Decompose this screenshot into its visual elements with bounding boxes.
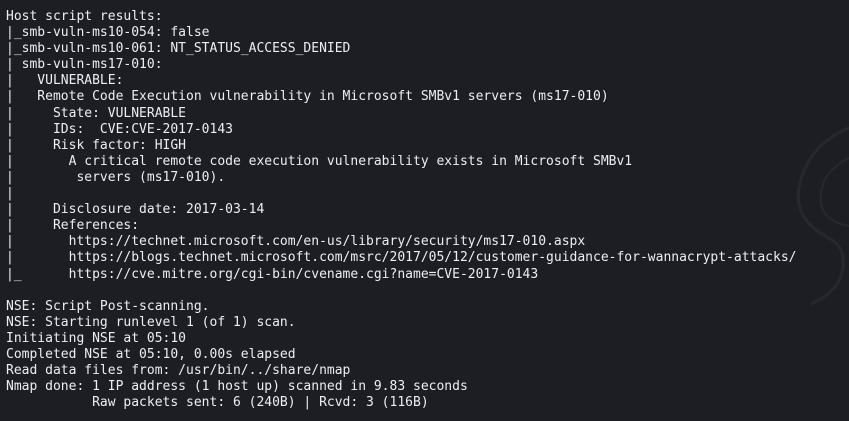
output-line: | servers (ms17-010). — [6, 169, 226, 185]
output-line: |_smb-vuln-ms10-054: false — [6, 25, 210, 41]
output-line: | IDs: CVE:CVE-2017-0143 — [6, 121, 233, 137]
output-line: | Remote Code Execution vulnerability in… — [6, 89, 609, 105]
output-line: | Disclosure date: 2017-03-14 — [6, 202, 265, 218]
output-line: | Risk factor: HIGH — [6, 137, 187, 153]
output-line: | VULNERABLE: — [6, 73, 124, 89]
output-line: | smb-vuln-ms17-010: — [6, 57, 163, 73]
terminal-output: Host script results: |_smb-vuln-ms10-054:… — [6, 9, 797, 411]
output-line: Initiating NSE at 05:10 — [6, 330, 187, 346]
output-line: Read data files from: /usr/bin/../share/… — [6, 363, 351, 379]
output-line: | References: — [6, 218, 140, 234]
output-line: NSE: Starting runlevel 1 (of 1) scan. — [6, 314, 296, 330]
output-line[interactable]: | https://blogs.technet.microsoft.com/ms… — [6, 250, 797, 266]
output-line: | — [6, 186, 14, 202]
output-line: | A critical remote code execution vulne… — [6, 153, 633, 169]
output-line: | State: VULNERABLE — [6, 105, 187, 121]
output-line[interactable]: | https://technet.microsoft.com/en-us/li… — [6, 234, 797, 250]
terminal-window[interactable]: Host script results: |_smb-vuln-ms10-054:… — [0, 0, 849, 421]
output-line[interactable]: |_ https://cve.mitre.org/cgi-bin/cvename… — [6, 267, 797, 283]
output-line: |_smb-vuln-ms10-061: NT_STATUS_ACCESS_DE… — [6, 41, 351, 57]
output-line: Nmap done: 1 IP address (1 host up) scan… — [6, 379, 468, 395]
output-line: Completed NSE at 05:10, 0.00s elapsed — [6, 346, 296, 362]
output-line: Host script results: — [6, 9, 163, 24]
output-line: NSE: Script Post-scanning. — [6, 298, 210, 314]
output-line: Raw packets sent: 6 (240B) | Rcvd: 3 (11… — [6, 395, 429, 411]
